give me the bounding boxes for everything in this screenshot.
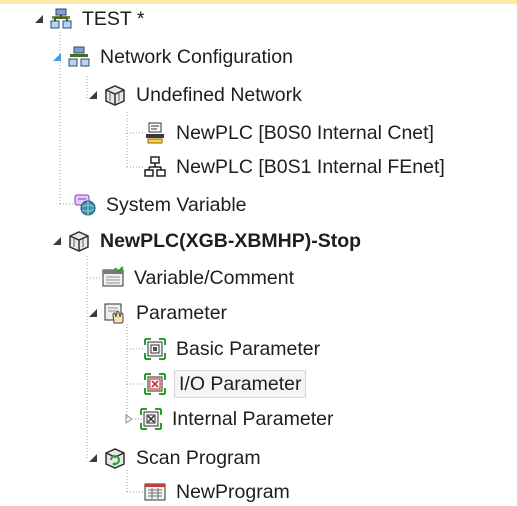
expanded-arrow-icon[interactable] [32,12,46,26]
tree-node-plc[interactable]: NewPLC(XGB-XBMHP)-Stop [50,224,363,258]
plc-cube-icon [67,229,91,253]
internal-parameter-icon [139,407,163,431]
tree-node-label: System Variable [106,194,247,216]
tree-node-new-program[interactable]: NewProgram [143,475,292,506]
tree-node-variable-comment[interactable]: Variable/Comment [101,261,296,295]
basic-parameter-icon [143,337,167,361]
tree-node-label: Basic Parameter [176,338,321,360]
tree-node-fenet[interactable]: NewPLC [B0S1 Internal FEnet] [143,150,447,184]
parameter-hand-icon [103,301,127,325]
tree-node-undefined-network[interactable]: Undefined Network [86,78,304,112]
tree-node-label: Undefined Network [136,84,302,106]
network-cube-icon [103,83,127,107]
tree-node-label: NewPLC [B0S0 Internal Cnet] [176,122,434,144]
tree-node-label: I/O Parameter [174,370,307,398]
expanded-arrow-icon[interactable] [86,88,100,102]
tree-node-label: Network Configuration [100,46,293,68]
io-parameter-icon [143,372,167,396]
tree-node-basic-parameter[interactable]: Basic Parameter [143,332,322,366]
expanded-arrow-icon[interactable] [86,451,100,465]
tree-node-cnet[interactable]: NewPLC [B0S0 Internal Cnet] [143,116,436,150]
fenet-module-icon [143,155,167,179]
network-config-icon [67,45,91,69]
tree-node-label: TEST * [82,8,145,30]
tree-node-network-configuration[interactable]: Network Configuration [50,40,295,74]
project-icon [49,7,73,31]
project-tree: TEST * Network Configuration Undefined N… [0,0,517,506]
tree-node-io-parameter[interactable]: I/O Parameter [143,367,307,401]
tree-node-scan-program[interactable]: Scan Program [86,441,263,475]
tree-node-label: NewProgram [176,481,290,503]
tree-node-label: NewPLC [B0S1 Internal FEnet] [176,156,445,178]
variable-comment-icon [101,266,125,290]
tree-node-label: NewPLC(XGB-XBMHP)-Stop [100,230,362,252]
tree-node-label: Variable/Comment [134,267,295,289]
tree-node-project[interactable]: TEST * [32,2,147,36]
expanded-arrow-icon[interactable] [86,306,100,320]
tree-node-label: Scan Program [136,447,261,469]
tree-node-label: Internal Parameter [172,408,334,430]
system-variable-icon [73,193,97,217]
expanded-arrow-icon[interactable] [50,234,64,248]
scan-program-icon [103,446,127,470]
expanded-arrow-icon[interactable] [50,50,64,64]
cnet-module-icon [143,121,167,145]
program-icon [143,480,167,504]
tree-node-parameter[interactable]: Parameter [86,296,229,330]
collapsed-arrow-icon[interactable] [122,412,136,426]
tree-node-label: Parameter [136,302,228,324]
tree-node-system-variable[interactable]: System Variable [73,188,249,222]
tree-node-internal-parameter[interactable]: Internal Parameter [122,402,336,436]
